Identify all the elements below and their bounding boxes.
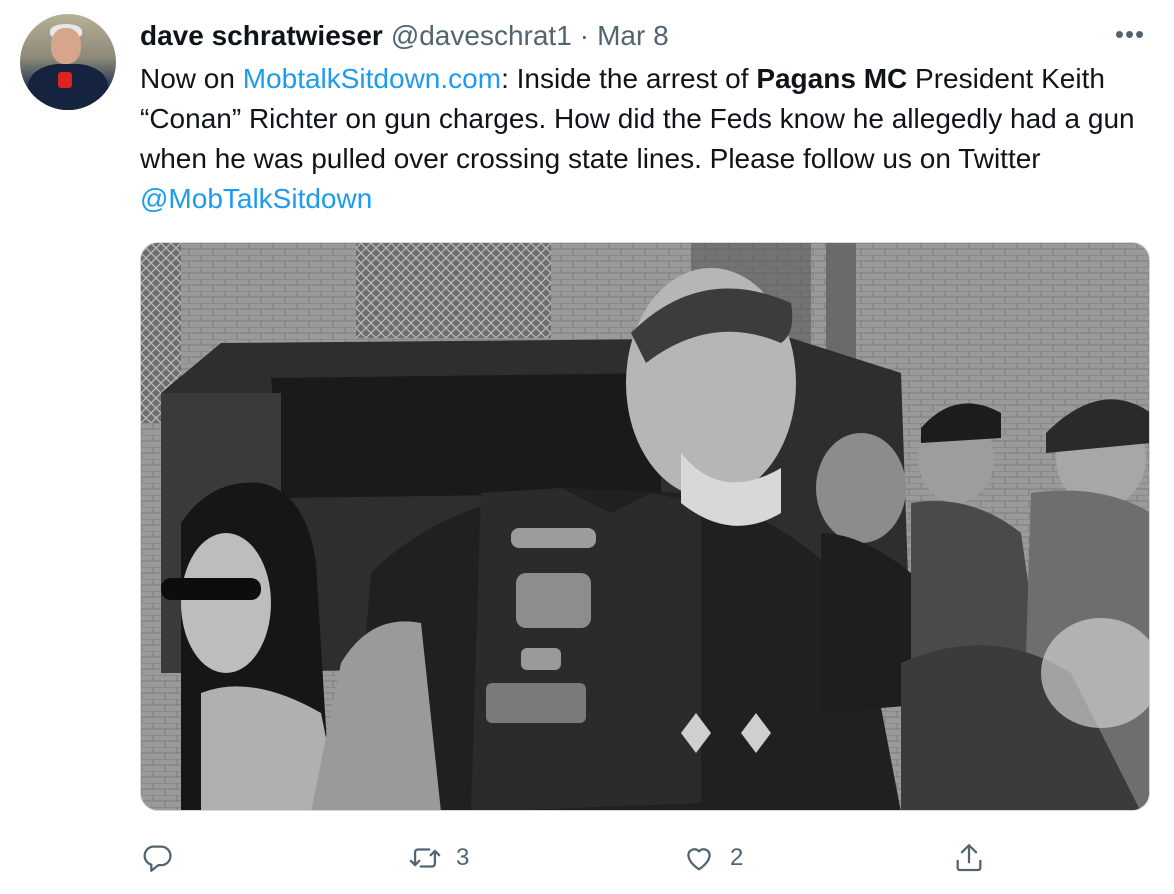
- author-display-name[interactable]: dave schratwieser: [140, 20, 383, 52]
- like-count: 2: [730, 844, 744, 871]
- reply-button[interactable]: [140, 836, 174, 880]
- retweet-button[interactable]: 3: [408, 836, 469, 880]
- tweet-actions: 3 2: [140, 836, 1150, 880]
- header-separator: ·: [579, 20, 590, 51]
- more-label: •••: [1114, 18, 1146, 49]
- share-button[interactable]: [952, 836, 986, 880]
- avatar-face: [51, 28, 81, 64]
- tweet-date[interactable]: Mar 8: [597, 20, 669, 52]
- author-avatar[interactable]: [20, 14, 116, 110]
- avatar-microphone: [58, 72, 72, 88]
- tweet-card[interactable]: dave schratwieser @daveschrat1 · Mar 8 •…: [0, 0, 1174, 894]
- photo-illustration: [141, 243, 1149, 810]
- retweet-icon: [409, 848, 441, 868]
- mention-link[interactable]: @MobTalkSitdown: [140, 183, 372, 214]
- more-icon[interactable]: •••: [1110, 16, 1150, 52]
- tweet-text-bold: Pagans MC: [756, 63, 908, 94]
- share-icon: [956, 844, 982, 872]
- reply-icon: [143, 845, 172, 872]
- tweet-text-segment: Now on: [140, 63, 243, 94]
- tweet-text-segment: : Inside the arrest of: [501, 63, 757, 94]
- retweet-count: 3: [456, 844, 470, 871]
- website-link[interactable]: MobtalkSitdown.com: [243, 63, 501, 94]
- like-button[interactable]: 2: [682, 836, 743, 880]
- tweet-text: Now on MobtalkSitdown.com: Inside the ar…: [140, 59, 1150, 219]
- author-handle[interactable]: @daveschrat1: [391, 20, 572, 52]
- tweet-photo[interactable]: [140, 242, 1150, 811]
- like-icon: [687, 848, 711, 871]
- tweet-header: dave schratwieser @daveschrat1 · Mar 8: [140, 16, 669, 56]
